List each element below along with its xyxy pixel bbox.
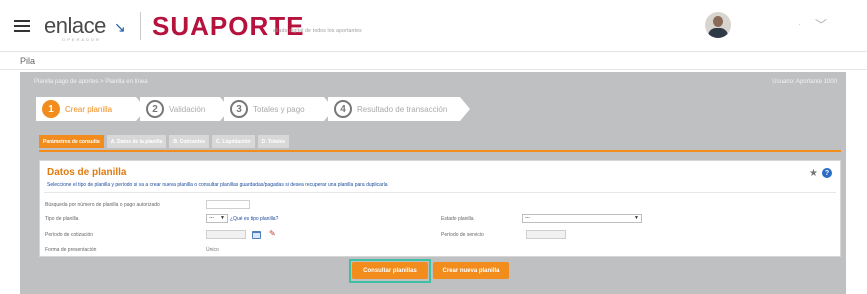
periodo-servicio-input[interactable] xyxy=(526,230,566,239)
step-number: 1 xyxy=(42,100,60,118)
forma-presentacion-value: Único xyxy=(206,247,219,253)
chevron-down-icon[interactable]: ﹀ xyxy=(815,16,827,33)
enlace-logo-subtext: OPERADOR xyxy=(62,37,101,42)
step-number: 4 xyxy=(334,100,352,118)
enlace-logo: enlace xyxy=(44,13,106,38)
forma-presentacion-label: Forma de presentación xyxy=(45,247,97,253)
search-label: Búsqueda por número de planilla o pago a… xyxy=(45,202,160,208)
section-bar: Pila xyxy=(0,53,867,70)
tab-liquidacion[interactable]: C. Liquidación xyxy=(212,135,255,148)
form-description: Seleccione el tipo de planilla y período… xyxy=(47,182,388,188)
periodo-cotizacion-input[interactable] xyxy=(206,230,246,239)
step-crear-planilla[interactable]: 1 Crear planilla xyxy=(36,97,146,121)
user-info: Usuario: Aportante 1000 xyxy=(772,79,837,85)
brand-tagline: aliado digital de todos los aportantes xyxy=(273,28,362,34)
brand-divider xyxy=(140,12,141,40)
estado-planilla-label: Estado planilla xyxy=(441,216,474,222)
step-number: 3 xyxy=(230,100,248,118)
tab-totales[interactable]: D. Totales xyxy=(257,135,290,148)
step-label: Resultado de transacción xyxy=(357,104,448,114)
top-bar: enlace OPERADOR ↘ SUAPORTE aliado digita… xyxy=(0,0,867,52)
favorite-star-icon[interactable]: ★ xyxy=(809,168,818,179)
clear-eraser-icon[interactable]: ✎ xyxy=(269,229,276,238)
periodo-servicio-label: Período de servicio xyxy=(441,232,484,238)
periodo-cotizacion-label: Período de cotización xyxy=(45,232,94,238)
step-number: 2 xyxy=(146,100,164,118)
search-number-input[interactable] xyxy=(206,200,250,209)
tab-parametros-consulta[interactable]: Parámetros de consulta xyxy=(39,135,104,148)
consultar-planillas-button[interactable]: Consultar planillas xyxy=(352,262,428,279)
calendar-icon[interactable] xyxy=(252,231,261,239)
tab-underline xyxy=(39,150,841,152)
step-resultado[interactable]: 4 Resultado de transacción xyxy=(328,97,470,121)
step-label: Totales y pago xyxy=(253,104,305,114)
tab-datos-planilla[interactable]: A. Datos de la planilla xyxy=(106,135,167,148)
tipo-planilla-help-link[interactable]: ¿Qué es tipo planilla? xyxy=(230,216,278,222)
help-icon[interactable]: ? xyxy=(822,168,832,178)
suaporte-logo: SUAPORTE xyxy=(152,11,305,41)
form-divider xyxy=(44,192,836,193)
step-validacion[interactable]: 2 Validación xyxy=(140,97,230,121)
hamburger-icon[interactable] xyxy=(14,20,30,32)
tab-cotizantes[interactable]: B. Cotizantes xyxy=(169,135,210,148)
crear-nueva-planilla-button[interactable]: Crear nueva planilla xyxy=(433,262,509,279)
step-label: Validación xyxy=(169,104,206,114)
breadcrumb[interactable]: Planilla pago de aportes > Planilla en l… xyxy=(34,79,148,85)
section-title: Pila xyxy=(20,56,36,66)
enlace-swoosh-icon: ↘ xyxy=(114,19,126,35)
estado-planilla-select[interactable]: --- ▼ xyxy=(522,214,642,223)
step-totales-pago[interactable]: 3 Totales y pago xyxy=(224,97,334,121)
user-name[interactable]: · xyxy=(798,20,801,29)
form-panel: Datos de planilla Seleccione el tipo de … xyxy=(39,160,841,257)
tipo-planilla-label: Tipo de planilla xyxy=(45,216,79,222)
sub-tabs: Parámetros de consulta A. Datos de la pl… xyxy=(39,135,292,148)
form-title: Datos de planilla xyxy=(47,167,127,178)
step-label: Crear planilla xyxy=(65,104,113,114)
tipo-planilla-select[interactable]: --- ▼ xyxy=(206,214,228,223)
user-avatar[interactable] xyxy=(705,12,731,38)
